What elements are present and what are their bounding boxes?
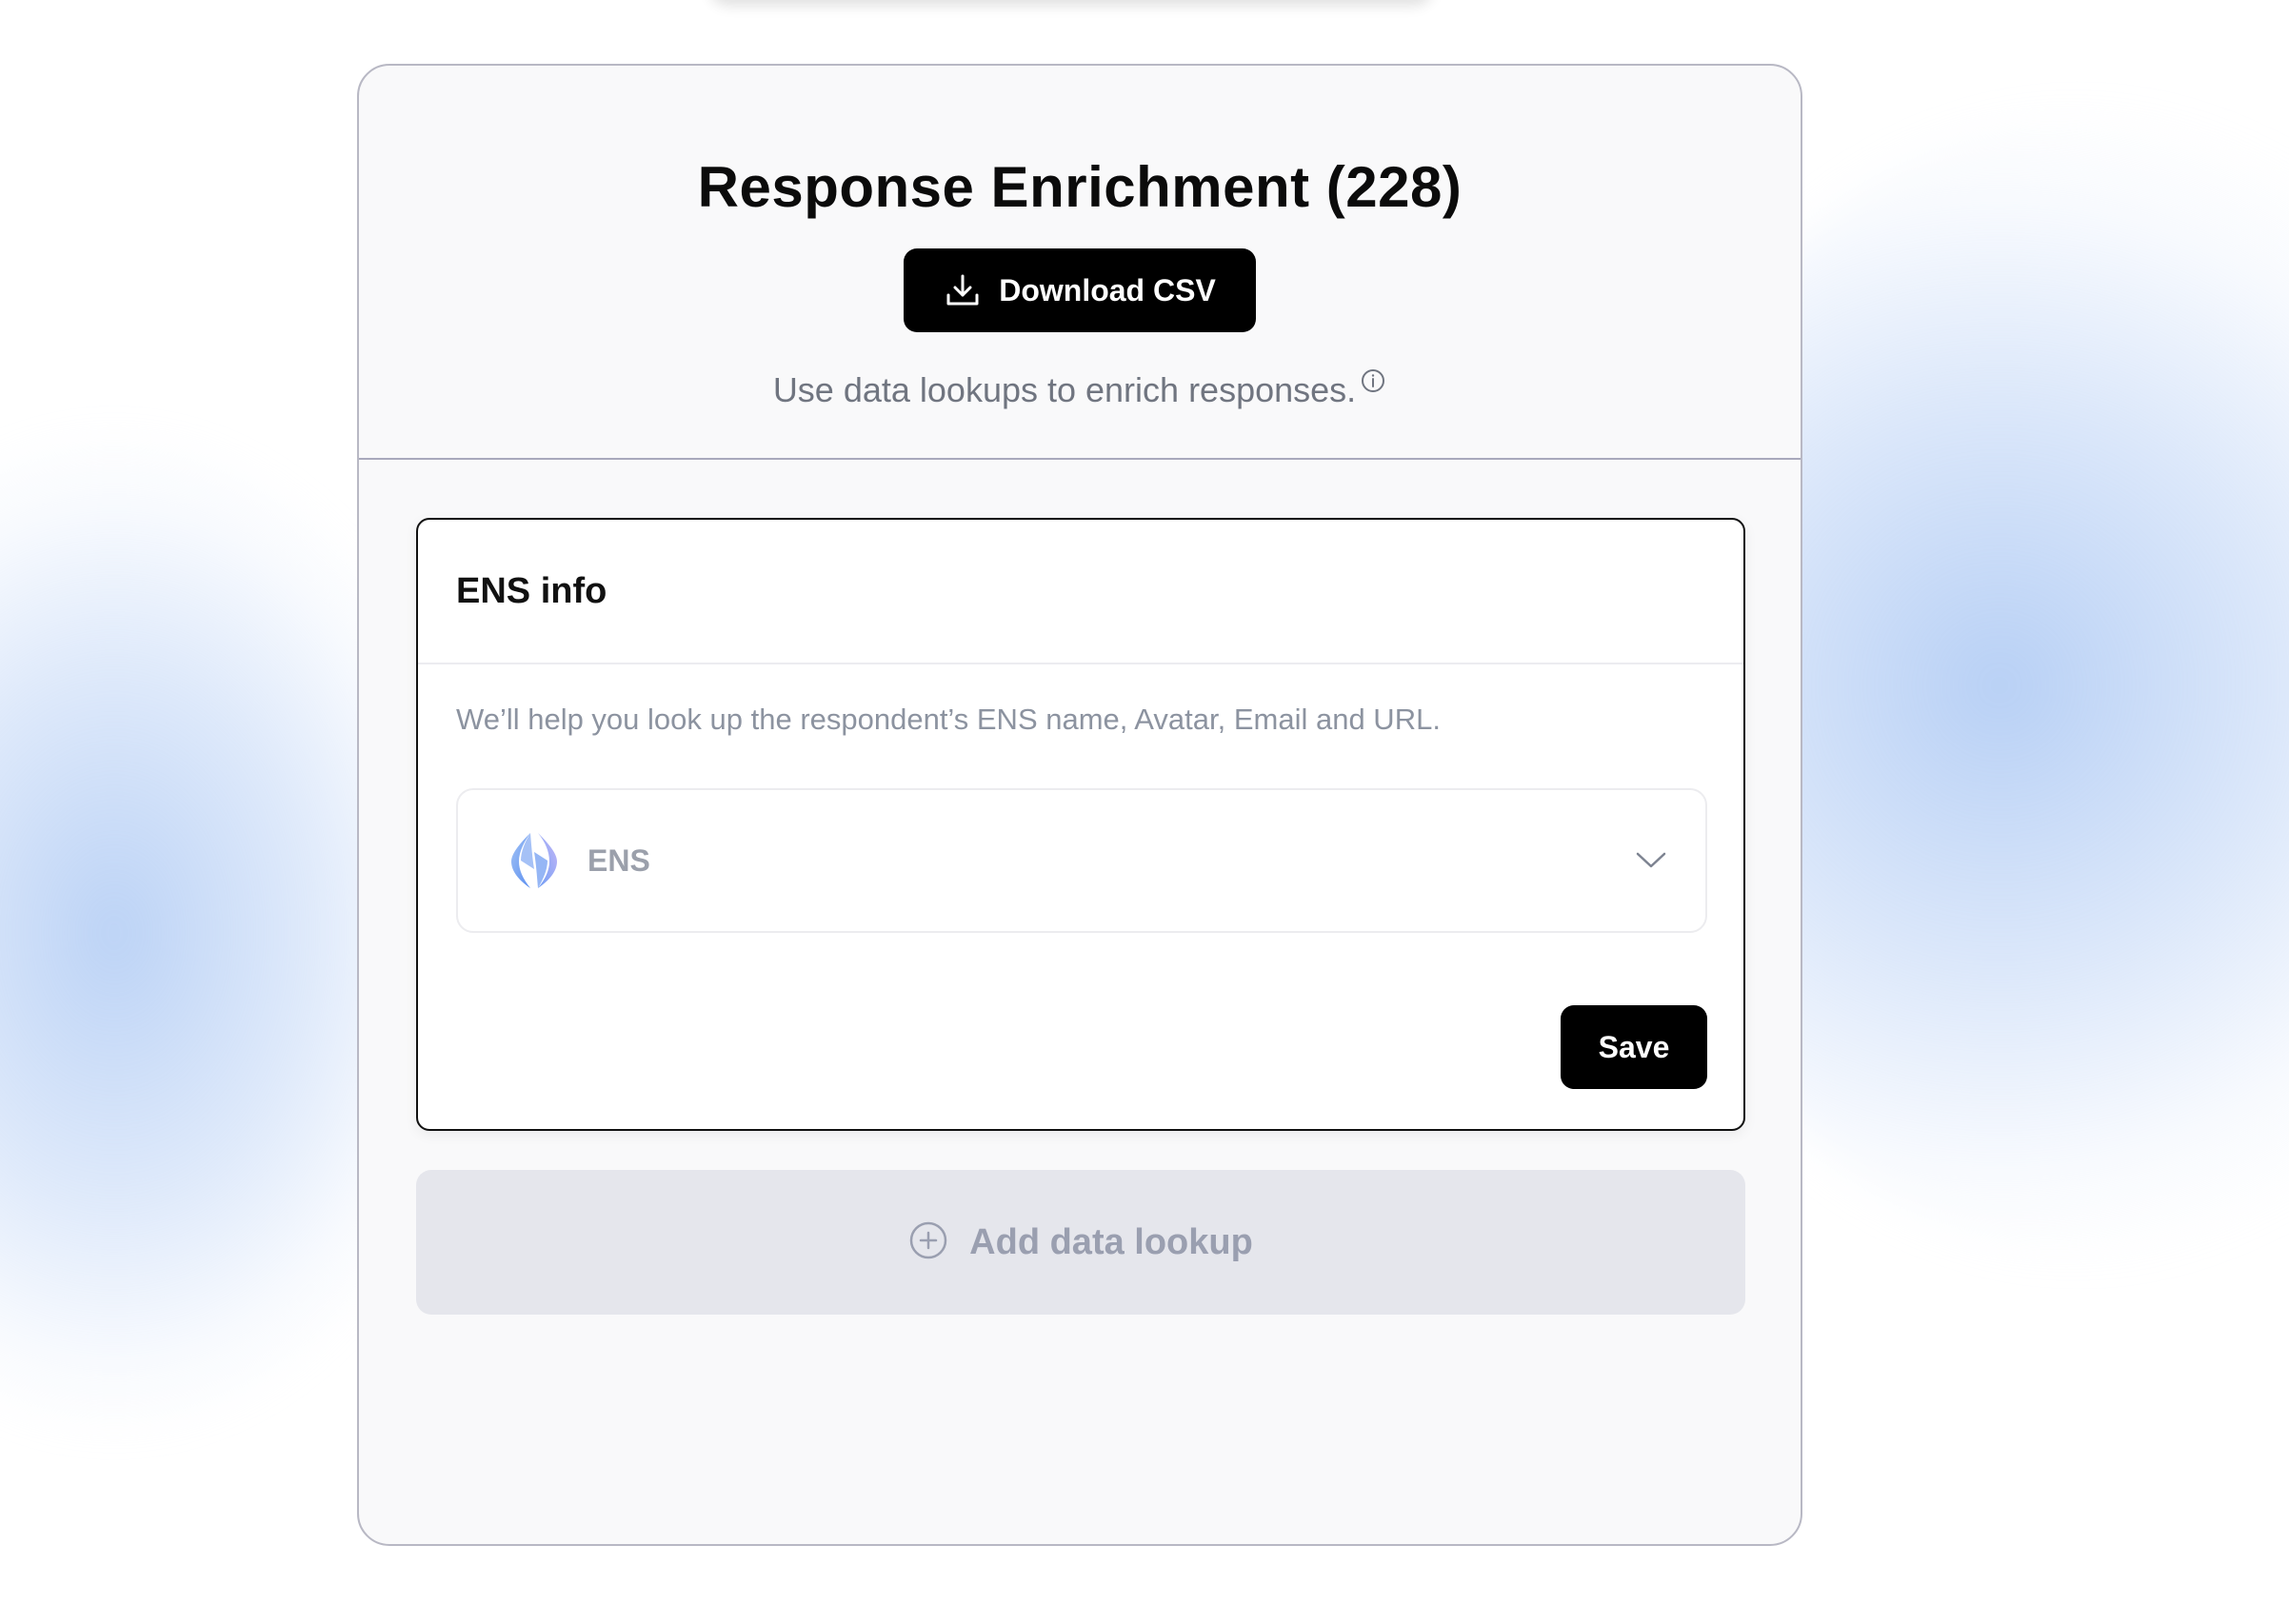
ens-info-card: ENS info We’ll help you look up the resp… [416,518,1745,1131]
enrichment-panel: Response Enrichment (228) Download CSV U… [357,64,1802,1546]
download-icon [944,271,982,309]
panel-subtitle: Use data lookups to enrich responses. [772,370,1357,409]
add-data-lookup-label: Add data lookup [969,1221,1253,1262]
download-csv-label: Download CSV [999,272,1216,307]
card-title: ENS info [456,570,607,611]
card-description: We’ll help you look up the respondent’s … [456,703,1441,736]
panel-header: Response Enrichment (228) Download CSV U… [359,66,1801,460]
card-header: ENS info [418,520,1743,664]
page-background: Response Enrichment (228) Download CSV U… [0,0,2289,1624]
info-icon[interactable] [1360,361,1386,405]
download-csv-button[interactable]: Download CSV [904,248,1256,332]
plus-circle-icon [908,1220,948,1265]
chevron-down-icon [1635,851,1667,870]
ens-source-select[interactable]: ENS [456,788,1707,933]
save-button[interactable]: Save [1561,1005,1707,1089]
add-data-lookup-button[interactable]: Add data lookup [416,1170,1745,1315]
ens-logo-icon [506,831,563,890]
page-title: Response Enrichment (228) [697,155,1463,219]
panel-subtitle-row: Use data lookups to enrich responses. [773,368,1386,412]
ens-source-label: ENS [587,842,650,878]
